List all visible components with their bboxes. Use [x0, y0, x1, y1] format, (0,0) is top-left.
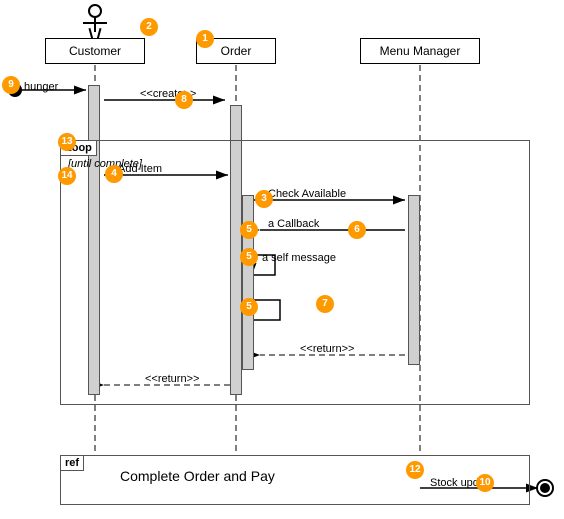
badge-14: 14 — [58, 167, 76, 185]
badge-5b: 5 — [240, 248, 258, 266]
badge-5c: 5 — [240, 298, 258, 316]
self-message-label: a self message — [262, 252, 336, 264]
diagram: Customer Order Menu Manager hunger 9 Loo… — [0, 0, 564, 519]
badge-3: 3 — [255, 190, 273, 208]
callback-label: a Callback — [268, 218, 319, 230]
customer-box: Customer — [45, 38, 145, 64]
menu-manager-label: Menu Manager — [380, 44, 461, 58]
badge-12: 12 — [406, 461, 424, 479]
check-available-label: Check Available — [268, 188, 346, 200]
badge-5a: 5 — [240, 221, 258, 239]
return-label-2: <<return>> — [145, 373, 199, 385]
badge-1: 1 — [196, 30, 214, 48]
badge-13: 13 — [58, 133, 76, 151]
loop-frame — [60, 140, 530, 405]
badge-7: 7 — [316, 295, 334, 313]
badge-9: 9 — [2, 76, 20, 94]
badge-4: 4 — [105, 165, 123, 183]
badge-2: 2 — [140, 18, 158, 36]
ref-label: ref — [60, 455, 84, 471]
menu-manager-box: Menu Manager — [360, 38, 480, 64]
customer-label: Customer — [69, 44, 121, 58]
badge-10: 10 — [476, 474, 494, 492]
return-label-1: <<return>> — [300, 343, 354, 355]
order-label: Order — [221, 44, 252, 58]
ref-text: Complete Order and Pay — [120, 468, 275, 484]
badge-6: 6 — [348, 221, 366, 239]
badge-8: 8 — [175, 91, 193, 109]
hunger-label: hunger — [24, 81, 58, 93]
add-item-label: Add Item — [118, 163, 162, 175]
final-node — [536, 479, 554, 497]
